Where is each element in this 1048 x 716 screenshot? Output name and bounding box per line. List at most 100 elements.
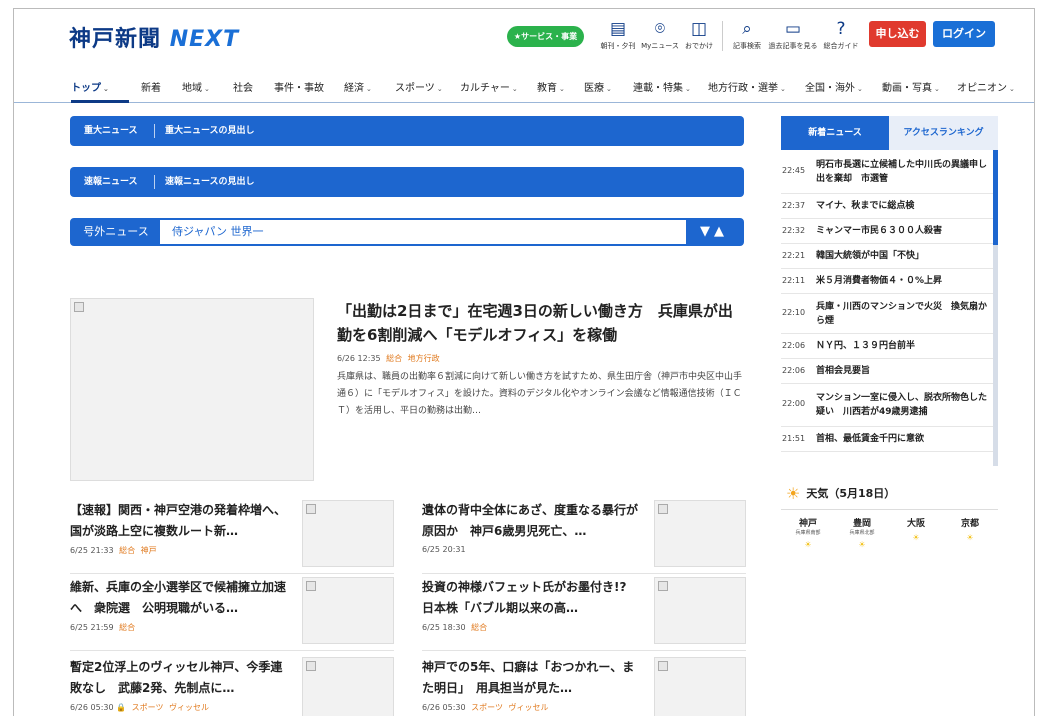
apply-button[interactable]: 申し込む — [869, 21, 926, 47]
item-title[interactable]: 韓国大統領が中国「不快」 — [816, 244, 993, 263]
item-title[interactable]: ミャンマー市民６３００人殺害 — [816, 219, 993, 238]
article-thumbnail[interactable] — [302, 577, 394, 644]
nav-opinion[interactable]: オピニオン ⌄ — [957, 79, 1015, 94]
item-title[interactable]: ＮＹ円、１３９円台前半 — [816, 334, 993, 353]
sun-icon: ☀ — [966, 533, 974, 542]
outing-button[interactable]: ◫ おでかけ — [682, 19, 716, 51]
item-title[interactable]: マイナ、秋までに総点検 — [816, 194, 993, 213]
past-articles-button[interactable]: ▭ 過去記事を見る — [766, 19, 820, 51]
article-card[interactable]: 維新、兵庫の全小選挙区で候補擁立加速へ 衆院選 公明現職がいる… 6/25 21… — [70, 577, 400, 654]
tag-link[interactable]: 総合 — [386, 354, 402, 363]
article-card[interactable]: 投資の神様バフェット氏がお墨付き!? 日本株「バブル期以来の高… 6/25 18… — [422, 577, 752, 654]
nav-education[interactable]: 教育 ⌄ — [537, 79, 565, 94]
article-title[interactable]: 遺体の背中全体にあざ、度重なる暴行が原因か 神戸6歳男児死亡、… — [422, 500, 644, 542]
nav-series[interactable]: 連載・特集 ⌄ — [633, 79, 691, 94]
tag-link[interactable]: 総合 — [119, 546, 135, 555]
list-item[interactable]: 22:45 明石市長選に立候補した中川氏の異議申し出を棄却 市選管 — [781, 150, 993, 194]
item-time: 21:51 — [782, 434, 806, 443]
item-title[interactable]: 米５月消費者物価４・０%上昇 — [816, 269, 993, 288]
nav-region[interactable]: 地域 ⌄ — [182, 79, 210, 94]
broken-image-icon — [306, 581, 316, 591]
tag-link[interactable]: スポーツ — [132, 703, 164, 712]
item-title[interactable]: 首相、最低賃金千円に意欲 — [816, 427, 993, 446]
tab-new-news[interactable]: 新着ニュース — [781, 116, 889, 150]
list-item[interactable]: 22:37 マイナ、秋までに総点検 — [781, 194, 993, 219]
guide-button[interactable]: ? 総合ガイド — [820, 19, 862, 51]
article-thumbnail[interactable] — [654, 657, 746, 716]
breaking-news-title[interactable]: 速報ニュースの見出し — [165, 167, 255, 197]
article-meta: 6/26 05:30 🔒 スポーツ ヴィッセル — [70, 702, 209, 713]
item-title[interactable]: 明石市長選に立候補した中川氏の異議申し出を棄却 市選管 — [816, 150, 993, 186]
weather-city[interactable]: 豊岡 兵庫県北部 ☀ — [835, 516, 889, 549]
extra-news-toggle[interactable]: ▼▲ — [686, 220, 742, 244]
weather-city[interactable]: 神戸 兵庫県南部 ☀ — [781, 516, 835, 549]
article-search-button[interactable]: ⌕ 記事検索 — [730, 19, 764, 51]
login-button[interactable]: ログイン — [933, 21, 995, 47]
nav-top[interactable]: トップ ⌄ — [71, 79, 109, 94]
edition-button[interactable]: ▤ 朝刊・夕刊 — [598, 19, 638, 51]
lead-image[interactable] — [70, 298, 314, 481]
list-item[interactable]: 22:06 首相会見要旨 — [781, 359, 993, 384]
list-item[interactable]: 22:32 ミャンマー市民６３００人殺害 — [781, 219, 993, 244]
chevron-down-icon: ⌄ — [1009, 85, 1015, 93]
site-logo[interactable]: 神戸新聞 NEXT — [69, 21, 239, 53]
nav-society[interactable]: 社会 — [233, 79, 253, 94]
nav-national[interactable]: 全国・海外 ⌄ — [805, 79, 863, 94]
article-thumbnail[interactable] — [654, 577, 746, 644]
article-card[interactable]: 遺体の背中全体にあざ、度重なる暴行が原因か 神戸6歳男児死亡、… 6/25 20… — [422, 500, 752, 577]
article-thumbnail[interactable] — [654, 500, 746, 567]
item-title[interactable]: 兵庫・川西のマンションで火災 換気扇から煙 — [816, 294, 993, 328]
nav-sports[interactable]: スポーツ ⌄ — [395, 79, 443, 94]
article-title[interactable]: 【速報】関西・神戸空港の発着枠増へ、国が淡路上空に複数ルート新… — [70, 500, 292, 542]
article-title[interactable]: 神戸での5年、口癖は「おつかれー、また明日」 用具担当が見た… — [422, 657, 644, 699]
help-icon: ? — [836, 19, 846, 39]
nav-culture[interactable]: カルチャー ⌄ — [460, 79, 518, 94]
list-item[interactable]: 21:51 首相、最低賃金千円に意欲 — [781, 427, 993, 452]
list-item[interactable]: 22:10 兵庫・川西のマンションで火災 換気扇から煙 — [781, 294, 993, 334]
nav-new[interactable]: 新着 — [141, 79, 161, 94]
article-card[interactable]: 【速報】関西・神戸空港の発着枠増へ、国が淡路上空に複数ルート新… 6/25 21… — [70, 500, 400, 577]
list-scrollbar[interactable] — [993, 150, 998, 245]
weather-city[interactable]: 京都 ☀ — [943, 516, 997, 542]
service-button[interactable]: ★サービス・事業 — [507, 26, 584, 47]
article-thumbnail[interactable] — [302, 500, 394, 567]
lead-title[interactable]: 「出勤は2日まで」在宅週3日の新しい働き方 兵庫県が出勤を6割削減へ「モデルオフ… — [337, 299, 747, 347]
nav-economy[interactable]: 経済 ⌄ — [344, 79, 372, 94]
article-title[interactable]: 暫定2位浮上のヴィッセル神戸、今季連敗なし 武藤2発、先制点に… — [70, 657, 292, 699]
tag-link[interactable]: スポーツ — [471, 703, 503, 712]
list-item[interactable]: 22:06 ＮＹ円、１３９円台前半 — [781, 334, 993, 359]
major-news-title[interactable]: 重大ニュースの見出し — [165, 116, 255, 146]
list-item[interactable]: 22:00 マンション一室に侵入し、脱衣所物色した疑い 川西若が49歳男逮捕 — [781, 384, 993, 427]
list-item[interactable]: 22:11 米５月消費者物価４・０%上昇 — [781, 269, 993, 294]
major-news-bar[interactable]: 重大ニュース 重大ニュースの見出し — [70, 116, 744, 146]
tab-access-ranking[interactable]: アクセスランキング — [889, 116, 998, 150]
my-news-button[interactable]: ⌾ Myニュース — [640, 19, 680, 51]
divider — [422, 650, 746, 651]
list-item[interactable]: 22:21 韓国大統領が中国「不快」 — [781, 244, 993, 269]
article-title[interactable]: 投資の神様バフェット氏がお墨付き!? 日本株「バブル期以来の高… — [422, 577, 644, 619]
article-thumbnail[interactable] — [302, 657, 394, 716]
weather-city[interactable]: 大阪 ☀ — [889, 516, 943, 542]
article-card[interactable]: 暫定2位浮上のヴィッセル神戸、今季連敗なし 武藤2発、先制点に… 6/26 05… — [70, 657, 400, 716]
broken-image-icon — [658, 504, 668, 514]
nav-media[interactable]: 動画・写真 ⌄ — [882, 79, 940, 94]
extra-news-bar[interactable]: 号外ニュース 侍ジャパン 世界一 ▼▲ — [70, 218, 744, 246]
tag-link[interactable]: ヴィッセル — [169, 703, 209, 712]
news-page: 神戸新聞 NEXT ★サービス・事業 ▤ 朝刊・夕刊 ⌾ Myニュース ◫ おで… — [13, 8, 1035, 716]
tag-link[interactable]: 神戸 — [141, 546, 157, 555]
nav-incidents[interactable]: 事件・事故 — [274, 79, 324, 94]
article-card[interactable]: 神戸での5年、口癖は「おつかれー、また明日」 用具担当が見た… 6/26 05:… — [422, 657, 752, 716]
extra-news-title[interactable]: 侍ジャパン 世界一 — [172, 220, 264, 244]
tag-link[interactable]: 総合 — [119, 623, 135, 632]
tag-link[interactable]: 地方行政 — [408, 354, 440, 363]
article-title[interactable]: 維新、兵庫の全小選挙区で候補擁立加速へ 衆院選 公明現職がいる… — [70, 577, 292, 619]
nav-local-gov[interactable]: 地方行政・選挙 ⌄ — [708, 79, 786, 94]
city-name: 神戸 — [798, 519, 817, 529]
tag-link[interactable]: 総合 — [471, 623, 487, 632]
breaking-news-bar[interactable]: 速報ニュース 速報ニュースの見出し — [70, 167, 744, 197]
tag-link[interactable]: ヴィッセル — [509, 703, 549, 712]
item-title[interactable]: 首相会見要旨 — [816, 359, 993, 378]
broken-image-icon — [306, 504, 316, 514]
nav-medical[interactable]: 医療 ⌄ — [584, 79, 612, 94]
item-title[interactable]: マンション一室に侵入し、脱衣所物色した疑い 川西若が49歳男逮捕 — [816, 384, 993, 419]
